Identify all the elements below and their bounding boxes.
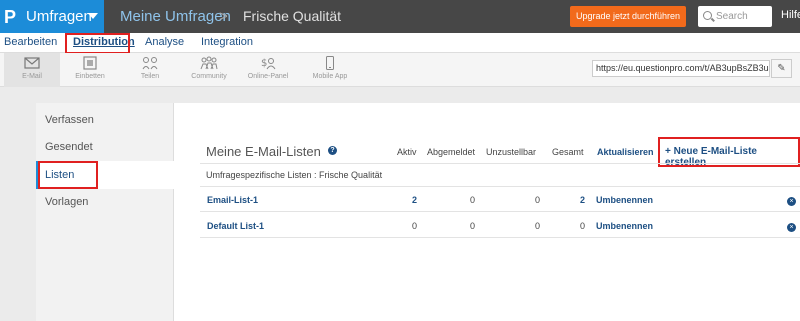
cell-gesamt[interactable]: 2 xyxy=(571,195,585,205)
edit-url-button[interactable]: ✎ xyxy=(771,59,792,78)
survey-url-field[interactable]: https://eu.questionpro.com/t/AB3upBsZB3u xyxy=(592,60,770,77)
toolbar-mobile-app-label: Mobile App xyxy=(312,73,348,80)
tab-integration[interactable]: Integration xyxy=(201,36,253,48)
divider xyxy=(200,186,800,187)
list-name-link[interactable]: Default List-1 xyxy=(207,221,264,231)
divider xyxy=(200,211,800,212)
toolbar-email-label: E-Mail xyxy=(22,73,42,80)
toolbar-share-label: Teilen xyxy=(140,73,160,80)
breadcrumb-separator: > xyxy=(219,8,228,25)
column-header-aktiv: Aktiv xyxy=(397,147,417,157)
tab-bearbeiten[interactable]: Bearbeiten xyxy=(4,36,57,48)
mobile-icon xyxy=(326,56,334,70)
rename-link[interactable]: Umbenennen xyxy=(596,195,653,205)
help-icon[interactable]: ? xyxy=(328,146,337,155)
cell-unzustellbar: 0 xyxy=(534,195,540,205)
logo: P xyxy=(4,7,17,27)
search-placeholder: Search xyxy=(716,11,748,22)
help-link[interactable]: Hilfe xyxy=(781,9,800,21)
cell-gesamt: 0 xyxy=(579,221,585,231)
breadcrumb-survey-name: Frische Qualität xyxy=(243,8,342,24)
toolbar-embed-label: Einbetten xyxy=(75,73,105,80)
cell-aktiv[interactable]: 2 xyxy=(403,195,417,205)
search-icon xyxy=(703,11,712,20)
column-header-abgemeldet: Abgemeldet xyxy=(427,147,476,157)
refresh-link[interactable]: Aktualisieren xyxy=(597,147,654,157)
cell-abgemeldet: 0 xyxy=(469,195,475,205)
search-input[interactable]: Search xyxy=(698,6,772,27)
highlight-box-listen xyxy=(38,161,98,189)
email-sidebar: Verfassen Gesendet Listen Vorlagen xyxy=(36,103,174,321)
community-icon xyxy=(200,56,218,70)
cell-aktiv: 0 xyxy=(411,221,417,231)
sidebar-item-vorlagen[interactable]: Vorlagen xyxy=(36,188,174,216)
panel-icon: $ xyxy=(261,58,276,70)
sidebar-item-verfassen[interactable]: Verfassen xyxy=(36,106,174,134)
share-icon xyxy=(142,57,158,70)
divider xyxy=(200,163,800,164)
divider xyxy=(200,237,800,238)
toolbar-mobile-app[interactable]: Mobile App xyxy=(302,53,358,87)
delete-icon[interactable]: × xyxy=(787,223,796,232)
toolbar-online-panel-label: Online-Panel xyxy=(247,73,289,80)
envelope-icon xyxy=(24,57,40,69)
page-title: Meine E-Mail-Listen xyxy=(206,144,321,159)
toolbar-online-panel[interactable]: $ Online-Panel xyxy=(240,53,296,87)
cell-unzustellbar: 0 xyxy=(534,221,540,231)
breadcrumb-my-surveys[interactable]: Meine Umfragen xyxy=(120,8,231,25)
list-name-link[interactable]: Email-List-1 xyxy=(207,195,258,205)
toolbar-community[interactable]: Community xyxy=(184,53,234,87)
toolbar-community-label: Community xyxy=(191,73,227,80)
upgrade-button[interactable]: Upgrade jetzt durchführen xyxy=(570,6,686,27)
tab-analyse[interactable]: Analyse xyxy=(145,36,184,48)
delete-icon[interactable]: × xyxy=(787,197,796,206)
rename-link[interactable]: Umbenennen xyxy=(596,221,653,231)
column-header-gesamt: Gesamt xyxy=(552,147,584,157)
top-bar: P Umfragen Meine Umfragen > Frische Qual… xyxy=(0,0,800,33)
column-header-unzustellbar: Unzustellbar xyxy=(486,147,537,157)
toolbar-email[interactable]: E-Mail xyxy=(4,53,60,87)
embed-icon xyxy=(83,56,97,70)
main-content xyxy=(174,103,800,321)
cell-abgemeldet: 0 xyxy=(469,221,475,231)
section-label: Umfragespezifische Listen : Frische Qual… xyxy=(206,170,383,180)
svg-text:$: $ xyxy=(261,58,267,69)
highlight-box-distribution xyxy=(65,33,130,54)
sidebar-item-gesendet[interactable]: Gesendet xyxy=(36,133,174,161)
chevron-down-icon xyxy=(88,13,98,19)
app-menu-label: Umfragen xyxy=(26,8,92,25)
pencil-icon: ✎ xyxy=(777,63,786,74)
toolbar-embed[interactable]: Einbetten xyxy=(62,53,118,87)
app-menu-button[interactable]: P Umfragen xyxy=(0,0,104,33)
toolbar-share[interactable]: Teilen xyxy=(122,53,178,87)
